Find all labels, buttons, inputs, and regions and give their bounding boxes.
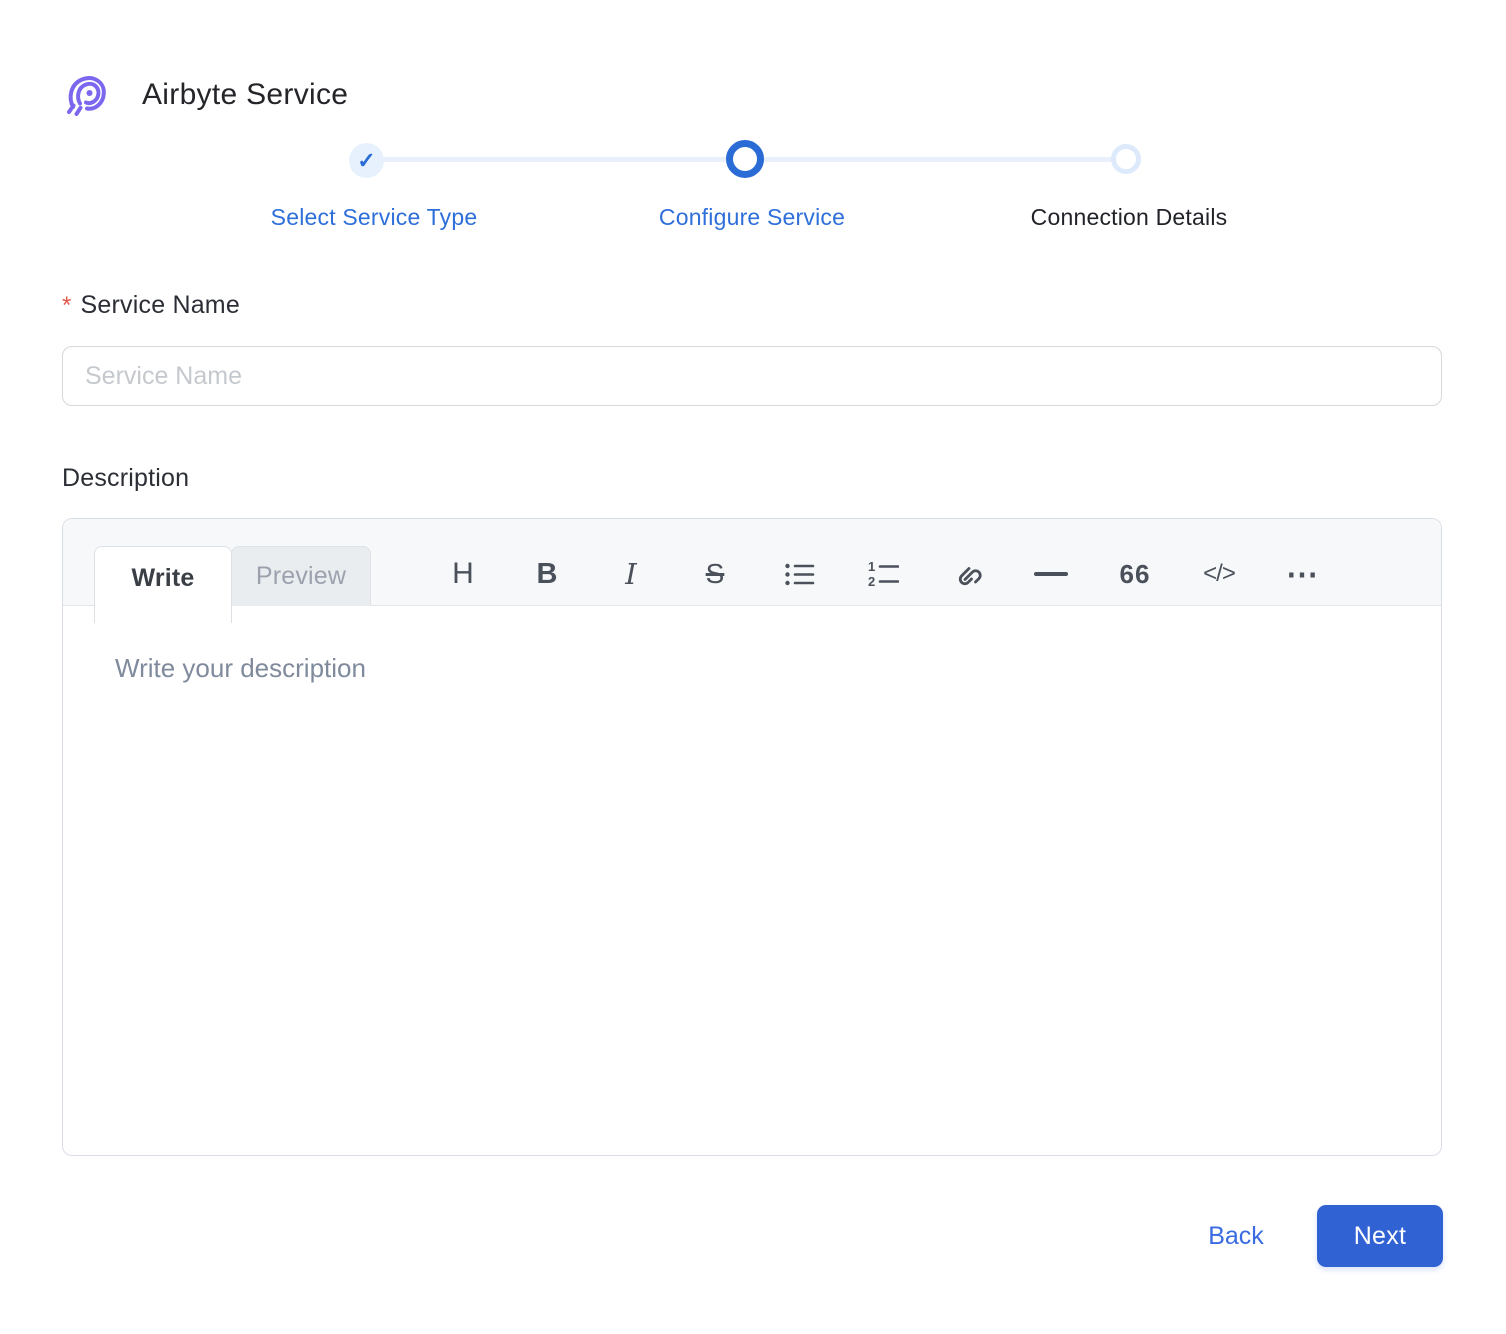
check-icon: ✓: [357, 147, 376, 173]
description-label: Description: [62, 464, 190, 492]
step-label-configure-service[interactable]: Configure Service: [592, 204, 912, 231]
airbyte-service-wizard: Airbyte Service ✓ Select Service Type Co…: [0, 0, 1506, 1334]
service-name-input[interactable]: [62, 346, 1442, 406]
tab-write[interactable]: Write: [94, 546, 232, 623]
editor-toolbar-tools: H B I S 1 2 66 </> ⋯: [421, 545, 1345, 603]
description-editor: Write Preview H B I S 1 2 66 </> ⋯ Write…: [62, 518, 1442, 1156]
stepper-connector-1: [366, 157, 745, 162]
bold-icon[interactable]: B: [505, 545, 589, 603]
description-textarea[interactable]: [63, 607, 1441, 1155]
service-name-label-text: Service Name: [80, 291, 240, 319]
step-label-connection-details[interactable]: Connection Details: [969, 204, 1289, 231]
italic-icon[interactable]: I: [589, 545, 673, 603]
stepper-connector-2: [745, 157, 1126, 162]
numbered-list-icon[interactable]: 1 2: [841, 545, 925, 603]
page-title: Airbyte Service: [142, 78, 349, 111]
code-icon[interactable]: </>: [1177, 545, 1261, 603]
more-options-icon[interactable]: ⋯: [1261, 545, 1345, 603]
next-button[interactable]: Next: [1317, 1205, 1443, 1267]
chain-link-icon[interactable]: [925, 545, 1009, 603]
service-name-label: * Service Name: [62, 291, 240, 320]
step-label-select-service-type[interactable]: Select Service Type: [214, 204, 534, 231]
svg-text:2: 2: [868, 574, 875, 588]
bullet-list-icon[interactable]: [757, 545, 841, 603]
required-asterisk: *: [62, 292, 72, 319]
tab-preview[interactable]: Preview: [231, 546, 371, 606]
quote-icon[interactable]: 66: [1093, 545, 1177, 603]
airbyte-logo-icon: [67, 76, 106, 116]
horizontal-rule-icon[interactable]: [1009, 545, 1093, 603]
heading-icon[interactable]: H: [421, 545, 505, 603]
step-2-active-circle[interactable]: [726, 140, 764, 178]
svg-text:1: 1: [868, 560, 875, 574]
back-button[interactable]: Back: [1186, 1206, 1286, 1266]
strikethrough-icon[interactable]: S: [673, 545, 757, 603]
step-1-completed-circle[interactable]: ✓: [349, 143, 384, 178]
step-3-upcoming-circle[interactable]: [1111, 144, 1141, 174]
